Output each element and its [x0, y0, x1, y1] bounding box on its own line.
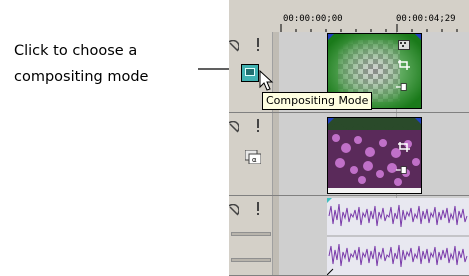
- svg-text:α: α: [252, 156, 257, 164]
- mute-icon[interactable]: [229, 40, 239, 52]
- ruler-ticks: [280, 24, 458, 32]
- mute-icon[interactable]: [229, 121, 239, 133]
- timeline-ruler[interactable]: 00:00:00;00 00:00:04;29: [279, 0, 469, 33]
- solo-icon[interactable]: [254, 38, 262, 52]
- volume-slider[interactable]: [231, 232, 271, 236]
- solo-icon[interactable]: [254, 119, 262, 133]
- mouse-pointer-icon: [259, 70, 274, 91]
- mask-icon[interactable]: [398, 40, 410, 50]
- pan-slider[interactable]: [231, 258, 271, 262]
- ruler-end-time: 00:00:04;29: [396, 14, 456, 24]
- video-event-purple[interactable]: [327, 117, 422, 194]
- pan-crop-icon[interactable]: [398, 142, 410, 152]
- mute-icon[interactable]: [229, 204, 239, 216]
- track-header-scrollbar: [272, 196, 279, 275]
- event-fx-icon[interactable]: [396, 82, 408, 92]
- audio-event[interactable]: [327, 198, 469, 275]
- compositing-mode-icon[interactable]: α: [245, 150, 261, 164]
- track-header-scrollbar: [272, 113, 279, 195]
- callout-line-2: compositing mode: [14, 69, 149, 85]
- callout-line-1: Click to choose a: [14, 43, 138, 59]
- ruler-start-time: 00:00:00;00: [283, 14, 343, 24]
- event-fx-icon[interactable]: [396, 165, 408, 175]
- compositing-mode-tooltip: Compositing Mode: [262, 92, 373, 110]
- solo-icon[interactable]: [254, 202, 262, 216]
- pan-crop-icon[interactable]: [398, 60, 410, 70]
- callout-annotation: Click to choose a compositing mode: [14, 38, 224, 90]
- compositing-mode-button[interactable]: [241, 64, 259, 82]
